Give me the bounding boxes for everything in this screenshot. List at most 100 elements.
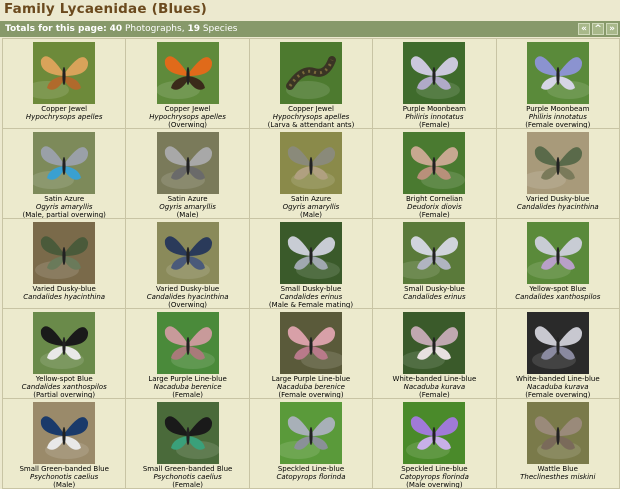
- butterfly-icon: [156, 402, 219, 464]
- thumbnail-caption: Small Green-banded Blue Psychonotis caeli…: [126, 465, 248, 488]
- thumbnail-cell[interactable]: Purple Moonbeam Philiris innotatus (Female…: [373, 39, 497, 129]
- photo-thumbnail[interactable]: [526, 402, 589, 464]
- photo-thumbnail[interactable]: [526, 312, 589, 374]
- photo-thumbnail[interactable]: [33, 312, 96, 374]
- scientific-name: Philiris innotatus: [528, 113, 587, 121]
- photo-thumbnail[interactable]: [33, 222, 96, 284]
- butterfly-icon: [33, 132, 96, 194]
- scientific-name: Deudorix diovis: [407, 203, 462, 211]
- thumbnail-cell[interactable]: Speckled Line-blue Catopyrops florinda (Ma…: [373, 399, 497, 489]
- common-name: Satin Azure: [167, 195, 208, 203]
- photographs-label: Photographs,: [124, 24, 185, 34]
- scientific-name: Hypochrysops apelles: [272, 113, 350, 121]
- thumbnail-cell[interactable]: Satin Azure Ogyris amaryllis (Male, partia…: [3, 129, 127, 219]
- scientific-name: Candalides hyacinthina: [23, 293, 106, 301]
- thumbnail-caption: Small Dusky-blue Candalides erinus: [373, 285, 495, 301]
- thumbnail-cell[interactable]: Satin Azure Ogyris amaryllis (Male): [126, 129, 250, 219]
- thumbnail-cell[interactable]: Satin Azure Ogyris amaryllis (Male): [249, 129, 374, 219]
- thumbnail-cell[interactable]: Copper Jewel Hypochrysops apelles: [3, 39, 127, 129]
- scientific-name: Candalides erinus: [279, 293, 343, 301]
- common-name: Yellow-spot Blue: [529, 285, 587, 293]
- thumbnail-caption: White-banded Line-blue Nacaduba kurava (Fe…: [373, 375, 495, 398]
- photographs-count: 40: [109, 24, 123, 34]
- first-page-button[interactable]: «: [578, 23, 590, 35]
- thumbnail-cell[interactable]: Small Green-banded Blue Psychonotis caeli…: [126, 399, 250, 489]
- photo-thumbnail[interactable]: [526, 132, 589, 194]
- thumbnail-cell[interactable]: Yellow-spot Blue Candalides xanthospilos(…: [3, 309, 127, 399]
- thumbnail-caption: Wattle Blue Theclinesthes miskini: [497, 465, 619, 481]
- photo-grid: Copper Jewel Hypochrysops apelles Copper J…: [2, 38, 620, 489]
- photo-thumbnail[interactable]: [156, 312, 219, 374]
- photo-thumbnail[interactable]: [279, 222, 342, 284]
- up-button[interactable]: ^: [592, 23, 604, 35]
- butterfly-icon: [526, 132, 589, 194]
- larva-icon: [279, 42, 342, 104]
- photo-thumbnail[interactable]: [156, 222, 219, 284]
- thumbnail-cell[interactable]: Small Dusky-blue Candalides erinus (Male &…: [249, 219, 374, 309]
- common-name: Satin Azure: [290, 195, 331, 203]
- thumbnail-caption: Satin Azure Ogyris amaryllis (Male, partia…: [3, 195, 125, 218]
- scientific-name: Hypochrysops apelles: [149, 113, 226, 121]
- butterfly-icon: [403, 402, 466, 464]
- thumbnail-cell[interactable]: Speckled Line-blue Catopyrops florinda: [249, 399, 374, 489]
- photo-thumbnail[interactable]: [403, 402, 466, 464]
- photo-thumbnail[interactable]: [279, 42, 342, 104]
- butterfly-icon: [33, 222, 96, 284]
- photo-thumbnail[interactable]: [526, 222, 589, 284]
- thumbnail-cell[interactable]: Large Purple Line-blue Nacaduba berenice(…: [249, 309, 374, 399]
- photo-thumbnail[interactable]: [33, 132, 96, 194]
- thumbnail-cell[interactable]: Copper Jewel Hypochrysops apelles (Larva &…: [249, 39, 374, 129]
- thumbnail-caption: Purple Moonbeam Philiris innotatus (Female…: [373, 105, 495, 128]
- photo-note: (Overwing): [168, 121, 208, 129]
- butterfly-icon: [526, 312, 589, 374]
- common-name: Purple Moonbeam: [402, 105, 466, 113]
- thumbnail-cell[interactable]: Varied Dusky-blue Candalides hyacinthina(…: [126, 219, 250, 309]
- photo-thumbnail[interactable]: [526, 42, 589, 104]
- photo-thumbnail[interactable]: [403, 222, 466, 284]
- thumbnail-caption: Copper Jewel Hypochrysops apelles (Overwin…: [126, 105, 248, 129]
- page-title: Family Lycaenidae (Blues): [4, 1, 208, 17]
- photo-thumbnail[interactable]: [279, 312, 342, 374]
- photo-thumbnail[interactable]: [156, 132, 219, 194]
- thumbnail-cell[interactable]: Varied Dusky-blue Candalides hyacinthina: [496, 129, 620, 219]
- thumbnail-cell[interactable]: Wattle Blue Theclinesthes miskini: [496, 399, 620, 489]
- thumbnail-cell[interactable]: Bright Cornelian Deudorix diovis (Female): [373, 129, 497, 219]
- thumbnail-caption: Speckled Line-blue Catopyrops florinda: [250, 465, 372, 481]
- thumbnail-cell[interactable]: Purple Moonbeam Philiris innotatus (Female…: [496, 39, 620, 129]
- thumbnail-cell[interactable]: White-banded Line-blue Nacaduba kurava (Fe…: [496, 309, 620, 399]
- thumbnail-cell[interactable]: Copper Jewel Hypochrysops apelles (Overwin…: [126, 39, 250, 129]
- photo-thumbnail[interactable]: [156, 402, 219, 464]
- scientific-name: Nacaduba berenice: [277, 383, 345, 391]
- butterfly-icon: [156, 132, 219, 194]
- photo-thumbnail[interactable]: [403, 312, 466, 374]
- photo-thumbnail[interactable]: [33, 42, 96, 104]
- thumbnail-cell[interactable]: Large Purple Line-blue Nacaduba berenice(…: [126, 309, 250, 399]
- butterfly-icon: [403, 222, 466, 284]
- thumbnail-cell[interactable]: Yellow-spot Blue Candalides xanthospilos: [496, 219, 620, 309]
- totals-bar: Totals for this page: 40 Photographs, 19…: [0, 21, 620, 37]
- species-label: Species: [202, 24, 238, 34]
- photo-thumbnail[interactable]: [156, 42, 219, 104]
- scientific-name: Catopyrops florinda: [399, 473, 469, 481]
- photo-note: (Overwing): [168, 301, 208, 309]
- common-name: Small Dusky-blue: [404, 285, 465, 293]
- scientific-name: Ogyris amaryllis: [35, 203, 93, 211]
- thumbnail-cell[interactable]: Small Green-banded Blue Psychonotis caeli…: [3, 399, 127, 489]
- scientific-name: Candalides hyacinthina: [516, 203, 599, 211]
- thumbnail-cell[interactable]: White-banded Line-blue Nacaduba kurava (Fe…: [373, 309, 497, 399]
- scientific-name: Ogyris amaryllis: [159, 203, 216, 211]
- photo-thumbnail[interactable]: [33, 402, 96, 464]
- photo-thumbnail[interactable]: [403, 42, 466, 104]
- thumbnail-cell[interactable]: Small Dusky-blue Candalides erinus: [373, 219, 497, 309]
- photo-thumbnail[interactable]: [279, 402, 342, 464]
- photo-note: (Male & Female mating): [268, 301, 354, 309]
- butterfly-icon: [156, 42, 219, 104]
- thumbnail-caption: Varied Dusky-blue Candalides hyacinthina: [3, 285, 125, 301]
- thumbnail-caption: Bright Cornelian Deudorix diovis (Female): [373, 195, 495, 218]
- photo-thumbnail[interactable]: [279, 132, 342, 194]
- photo-thumbnail[interactable]: [403, 132, 466, 194]
- common-name: Purple Moonbeam: [526, 105, 590, 113]
- thumbnail-cell[interactable]: Varied Dusky-blue Candalides hyacinthina: [3, 219, 127, 309]
- next-page-button[interactable]: »: [606, 23, 618, 35]
- photo-note: (Male): [176, 211, 199, 219]
